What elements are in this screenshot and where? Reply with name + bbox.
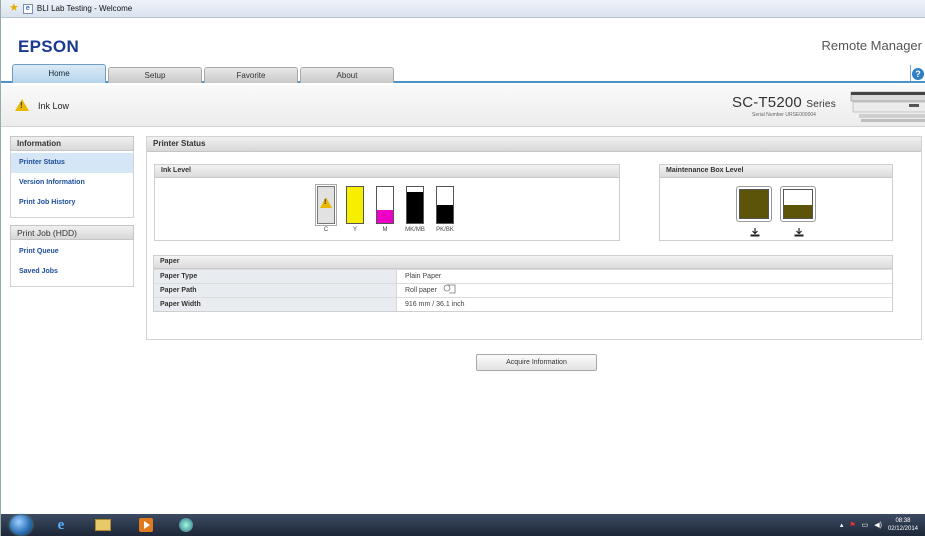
paper-type-value: Plain Paper	[405, 273, 442, 280]
ink-warning-icon: !	[320, 197, 332, 208]
tab-home[interactable]: Home	[12, 64, 106, 83]
maintenance-level-fill	[784, 205, 812, 218]
roll-paper-icon	[443, 284, 456, 294]
browser-tab-title[interactable]: BLI Lab Testing - Welcome	[37, 4, 132, 13]
ink-level-fill	[407, 192, 423, 223]
page-icon: e	[22, 3, 33, 14]
sidebar-item-version-information[interactable]: Version Information	[11, 173, 133, 193]
maintenance-box-download-icon	[750, 228, 760, 239]
serial-number: Serial Number URSE000004	[752, 112, 816, 118]
network-icon[interactable]: ▭	[862, 521, 869, 529]
paper-path-label: Paper Path	[154, 284, 397, 297]
paper-path-value: Roll paper	[405, 287, 437, 294]
tab-about[interactable]: About	[300, 67, 394, 83]
tab-favorite[interactable]: Favorite	[204, 67, 298, 83]
network-globe-icon[interactable]	[174, 516, 198, 534]
maintenance-level-fill	[740, 190, 768, 218]
volume-icon[interactable]: ◀)	[874, 521, 882, 529]
ink-cartridge-label: Y	[352, 227, 357, 233]
sidebar-item-print-job-history[interactable]: Print Job History	[11, 193, 133, 213]
ink-level-title: Ink Level	[155, 165, 619, 178]
maintenance-box-inner	[739, 189, 769, 219]
ink-cartridge-m	[376, 186, 394, 224]
model-series: Series	[806, 99, 836, 110]
ink-cartridge-c: !	[315, 184, 337, 226]
maintenance-box-inner	[783, 189, 813, 219]
file-explorer-icon[interactable]	[91, 516, 115, 534]
sidebar-item-saved-jobs[interactable]: Saved Jobs	[11, 262, 133, 282]
status-message: Ink Low	[38, 101, 70, 111]
ink-cartridge-label: M	[382, 227, 388, 233]
internet-explorer-icon[interactable]: e	[49, 516, 73, 534]
sidebar-section-information: Information	[10, 136, 134, 151]
ink-level-fill	[377, 210, 393, 223]
ink-level-panel: Ink Level ! C Y M MK/MB PK/BK	[154, 164, 620, 241]
browser-title-bar: ★ e BLI Lab Testing - Welcome	[1, 0, 925, 18]
browser-window: ★ e BLI Lab Testing - Welcome EPSON Remo…	[0, 0, 925, 536]
ink-cartridge-pk-bk	[436, 186, 454, 224]
maintenance-box-title: Maintenance Box Level	[660, 165, 892, 178]
paper-row: Paper Type Plain Paper	[154, 269, 892, 283]
printer-image	[850, 91, 925, 122]
clock[interactable]: 08:38 02/12/2014	[888, 517, 918, 533]
sidebar-information-list: Printer Status Version Information Print…	[10, 151, 134, 218]
main-tabs: Home Setup Favorite About ?	[1, 61, 925, 83]
status-bar: ! Ink Low SC-T5200 Series Serial Number …	[1, 85, 925, 127]
paper-width-label: Paper Width	[154, 298, 397, 311]
tab-setup[interactable]: Setup	[108, 67, 202, 83]
paper-row: Paper Path Roll paper	[154, 283, 892, 297]
paper-type-label: Paper Type	[154, 270, 397, 283]
panel-title: Printer Status	[147, 137, 921, 152]
model-name: SC-T5200	[732, 94, 802, 111]
sidebar-item-print-queue[interactable]: Print Queue	[11, 242, 133, 262]
maintenance-box-download-icon	[794, 228, 804, 239]
favorites-star-icon[interactable]: ★	[9, 3, 19, 14]
tabs-divider	[910, 65, 911, 81]
maintenance-box-panel: Maintenance Box Level	[659, 164, 893, 241]
app-name: Remote Manager	[821, 38, 922, 53]
clock-date: 02/12/2014	[887, 526, 918, 532]
start-button-icon[interactable]	[10, 515, 32, 535]
sidebar-item-printer-status[interactable]: Printer Status	[11, 153, 133, 173]
system-tray: ▴ ⚑ ▭ ◀) 08:38 02/12/2014	[840, 517, 918, 533]
sidebar-print-job-list: Print Queue Saved Jobs	[10, 240, 134, 287]
maintenance-box-2	[780, 186, 816, 222]
ink-cartridge-label: MK/MB	[405, 227, 425, 233]
help-icon[interactable]: ?	[912, 68, 924, 80]
tray-arrow-icon[interactable]: ▴	[840, 521, 844, 529]
ink-cartridge-label: PK/BK	[436, 227, 454, 233]
app-header: EPSON Remote Manager	[1, 19, 925, 61]
paper-path-cell: Roll paper	[397, 284, 892, 297]
epson-logo: EPSON	[18, 37, 80, 56]
acquire-information-button[interactable]: Acquire Information	[476, 354, 597, 371]
media-player-icon[interactable]	[134, 516, 158, 534]
paper-title: Paper	[154, 256, 892, 269]
paper-panel: Paper Paper Type Plain Paper Paper Path …	[153, 255, 893, 312]
ink-level-fill	[347, 187, 363, 223]
sidebar-section-print-job-hdd: Print Job (HDD)	[10, 225, 134, 240]
clock-time: 08:38	[895, 518, 911, 524]
printer-model: SC-T5200 Series	[732, 94, 836, 111]
ink-level-fill	[437, 205, 453, 223]
maintenance-box-1	[736, 186, 772, 222]
paper-row: Paper Width 916 mm / 36.1 inch	[154, 297, 892, 311]
windows-taskbar: e ▴ ⚑ ▭ ◀) 08:38 02/12/2014	[1, 514, 925, 536]
action-center-flag-icon[interactable]: ⚑	[849, 521, 855, 529]
sidebar: Information Printer Status Version Infor…	[10, 136, 134, 287]
paper-width-value: 916 mm / 36.1 inch	[405, 301, 465, 308]
warning-icon: !	[15, 99, 29, 111]
ink-cartridge-y	[346, 186, 364, 224]
printer-status-panel: Printer Status Ink Level ! C Y M MK/MB PK/BK …	[146, 136, 922, 340]
ink-cartridge-label: C	[323, 227, 329, 233]
ink-cartridge-mk-mb	[406, 186, 424, 224]
